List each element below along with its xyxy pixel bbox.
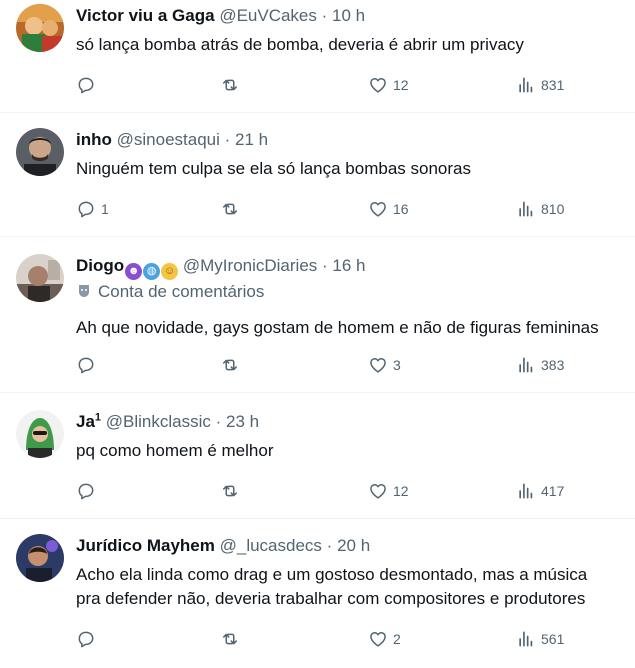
like-count: 16 — [393, 201, 409, 217]
like-count: 2 — [393, 631, 401, 647]
like-count: 3 — [393, 357, 401, 373]
reply-icon — [78, 631, 94, 648]
like-count: 12 — [393, 483, 409, 499]
display-name[interactable]: inho — [76, 130, 112, 149]
reply-icon — [78, 483, 94, 500]
devil-emoji: ☻ — [125, 263, 143, 280]
display-name[interactable]: Diogo — [76, 256, 124, 275]
reply-icon — [78, 77, 94, 94]
heart-icon — [370, 484, 386, 499]
tweet-text: Ah que novidade, gays gostam de homem e … — [76, 318, 599, 337]
heart-icon — [370, 78, 386, 93]
retweet-icon — [223, 79, 237, 91]
retweet-button[interactable] — [220, 478, 245, 504]
tweet-text-line: pra defender não, deveria trabalhar com … — [76, 589, 586, 608]
display-name[interactable]: Ja — [76, 412, 95, 431]
views-button[interactable]: 810 — [516, 196, 564, 222]
reply-button[interactable] — [76, 352, 101, 378]
display-name[interactable]: Victor viu a Gaga — [76, 6, 215, 25]
retweet-icon — [223, 203, 237, 215]
action-bar: 12 417 — [76, 478, 635, 504]
heart-icon — [370, 358, 386, 373]
user-handle[interactable]: @EuVCakes — [219, 6, 317, 25]
user-handle[interactable]: @sinoestaqui — [117, 130, 220, 149]
views-button[interactable]: 417 — [516, 478, 564, 504]
reply-icon — [78, 357, 94, 374]
avatar[interactable] — [16, 254, 64, 302]
tweet[interactable]: Victor viu a Gaga @EuVCakes · 10 h só la… — [0, 0, 635, 113]
account-label-text: Conta de comentários — [98, 282, 265, 301]
view-count: 561 — [541, 631, 565, 647]
user-handle[interactable]: @_lucasdecs — [220, 536, 322, 555]
tweet[interactable]: Diogo ☻ ◍ ☺ @MyIronicDiaries · 16 h Conta d… — [0, 250, 635, 393]
tweet-header: Victor viu a Gaga @EuVCakes · 10 h — [76, 6, 366, 25]
tweet[interactable]: Jurídico Mayhem @_lucasdecs · 20 h Acho … — [0, 530, 635, 668]
reply-button[interactable]: 1 — [76, 196, 109, 222]
view-count: 383 — [541, 357, 565, 373]
like-count: 12 — [393, 77, 409, 93]
tweet-text: só lança bomba atrás de bomba, deveria é… — [76, 35, 524, 54]
action-bar: 3 383 — [76, 352, 635, 378]
reply-button[interactable] — [76, 626, 101, 652]
avatar[interactable] — [16, 4, 64, 52]
retweet-icon — [223, 485, 237, 497]
retweet-button[interactable] — [220, 72, 245, 98]
views-button[interactable]: 561 — [516, 626, 564, 652]
view-count: 810 — [541, 201, 565, 217]
tweet-header: Ja1 @Blinkclassic · 23 h — [76, 411, 260, 431]
views-button[interactable]: 831 — [516, 72, 564, 98]
avatar[interactable] — [16, 534, 64, 582]
avatar[interactable] — [16, 410, 64, 458]
views-icon — [519, 631, 533, 647]
like-button[interactable]: 2 — [368, 626, 401, 652]
timestamp[interactable]: 21 h — [235, 130, 268, 149]
retweet-button[interactable] — [220, 196, 245, 222]
action-bar: 2 561 — [76, 626, 635, 652]
like-button[interactable]: 12 — [368, 478, 409, 504]
views-icon — [519, 483, 533, 499]
display-name[interactable]: Jurídico Mayhem — [76, 536, 215, 555]
timestamp[interactable]: 16 h — [332, 256, 365, 275]
user-handle[interactable]: @Blinkclassic — [106, 412, 211, 431]
avatar[interactable] — [16, 128, 64, 176]
tweet-text-line: Acho ela linda como drag e um gostoso de… — [76, 565, 588, 584]
account-label: Conta de comentários — [76, 280, 264, 304]
like-button[interactable]: 3 — [368, 352, 401, 378]
tweet-text: pq como homem é melhor — [76, 441, 274, 460]
retweet-icon — [223, 359, 237, 371]
tweet-header: Diogo ☻ ◍ ☺ @MyIronicDiaries · 16 h — [76, 254, 635, 280]
views-icon — [519, 77, 533, 93]
globe-emoji: ◍ — [143, 263, 161, 280]
like-button[interactable]: 16 — [368, 196, 409, 222]
tweet-header: Jurídico Mayhem @_lucasdecs · 20 h — [76, 536, 371, 555]
timestamp[interactable]: 10 h — [332, 6, 365, 25]
action-bar: 12 831 — [76, 72, 635, 98]
comment-account-icon — [79, 285, 89, 297]
tweet[interactable]: inho @sinoestaqui · 21 h Ninguém tem cul… — [0, 124, 635, 237]
heart-icon — [370, 202, 386, 217]
cowboy-emoji: ☺ — [161, 263, 179, 280]
timestamp[interactable]: 20 h — [337, 536, 370, 555]
views-icon — [519, 201, 533, 217]
view-count: 417 — [541, 483, 565, 499]
like-button[interactable]: 12 — [368, 72, 409, 98]
retweet-button[interactable] — [220, 626, 245, 652]
reply-button[interactable] — [76, 72, 101, 98]
action-bar: 1 16 810 — [76, 196, 635, 222]
reply-button[interactable] — [76, 478, 101, 504]
tweet[interactable]: Ja1 @Blinkclassic · 23 h pq como homem é… — [0, 406, 635, 519]
tweet-header: inho @sinoestaqui · 21 h — [76, 130, 269, 149]
view-count: 831 — [541, 77, 565, 93]
retweet-icon — [223, 633, 237, 645]
heart-icon — [370, 632, 386, 647]
reply-icon — [78, 201, 94, 218]
views-icon — [519, 357, 533, 373]
reply-count: 1 — [101, 201, 109, 217]
views-button[interactable]: 383 — [516, 352, 564, 378]
user-handle[interactable]: @MyIronicDiaries — [183, 256, 317, 275]
name-superscript: 1 — [94, 411, 102, 424]
retweet-button[interactable] — [220, 352, 245, 378]
timestamp[interactable]: 23 h — [226, 412, 259, 431]
tweet-text: Ninguém tem culpa se ela só lança bombas… — [76, 159, 471, 178]
